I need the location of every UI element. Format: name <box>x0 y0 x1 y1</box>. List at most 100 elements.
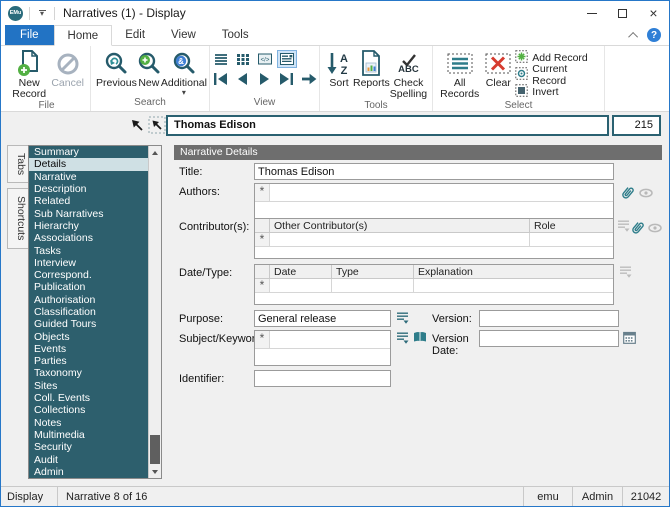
eye-icon[interactable] <box>648 223 662 233</box>
new-record-button[interactable]: New Record <box>8 49 50 100</box>
contributors-table[interactable]: Other Contributor(s)Role * <box>254 218 614 259</box>
sidebar-item-correspond[interactable]: Correspond. <box>29 269 148 281</box>
last-record-button[interactable] <box>278 72 296 86</box>
collapse-ribbon-icon[interactable] <box>628 31 638 41</box>
sidebar-item-classification[interactable]: Classification <box>29 306 148 318</box>
tab-view[interactable]: View <box>158 25 209 45</box>
list-view-button[interactable] <box>212 51 230 67</box>
ribbon-group-view: </> View <box>210 46 320 111</box>
check-spelling-button[interactable]: ABC Check Spelling <box>390 49 427 100</box>
subject-empty-row[interactable] <box>255 349 390 365</box>
role-cell[interactable] <box>530 233 613 246</box>
sidebar-item-security[interactable]: Security <box>29 441 148 453</box>
maximize-button[interactable] <box>607 1 638 25</box>
sidebar-item-sub-narratives[interactable]: Sub Narratives <box>29 207 148 219</box>
sidebar-item-notes[interactable]: Notes <box>29 417 148 429</box>
authors-empty-row[interactable] <box>255 202 613 218</box>
tabs-vertical-tab[interactable]: Tabs <box>7 145 28 183</box>
sidebar-item-events[interactable]: Events <box>29 343 148 355</box>
shortcuts-vertical-tab[interactable]: Shortcuts <box>7 188 28 248</box>
tab-edit[interactable]: Edit <box>112 25 158 45</box>
type-cell[interactable] <box>332 279 414 292</box>
sidebar-item-description[interactable]: Description <box>29 183 148 195</box>
explanation-cell[interactable] <box>414 279 613 292</box>
date-type-empty-row[interactable] <box>255 293 613 304</box>
thesaurus-book-icon[interactable] <box>412 331 428 344</box>
calendar-icon[interactable] <box>623 331 636 344</box>
attachment-icon[interactable] <box>630 219 645 237</box>
sidebar-item-hierarchy[interactable]: Hierarchy <box>29 220 148 232</box>
sidebar-item-taxonomy[interactable]: Taxonomy <box>29 367 148 379</box>
record-number: 215 <box>612 115 661 136</box>
version-date-input[interactable] <box>479 330 619 347</box>
date-cell[interactable] <box>270 279 332 292</box>
all-records-button[interactable]: All Records <box>438 49 481 100</box>
contact-sheet-view-button[interactable] <box>234 51 252 67</box>
authors-grid[interactable]: * <box>254 183 614 219</box>
goto-record-button[interactable] <box>300 72 318 86</box>
lookup-list-icon[interactable] <box>619 265 632 278</box>
sidebar-item-tasks[interactable]: Tasks <box>29 244 148 256</box>
eye-icon[interactable] <box>639 188 653 198</box>
sidebar-item-collections[interactable]: Collections <box>29 404 148 416</box>
sidebar-item-parties[interactable]: Parties <box>29 355 148 367</box>
drag-record-icon[interactable] <box>130 118 145 138</box>
sidebar-item-related[interactable]: Related <box>29 195 148 207</box>
close-button[interactable]: × <box>638 1 669 25</box>
first-record-button[interactable] <box>212 72 230 86</box>
current-record-button[interactable]: Current Record <box>515 67 599 82</box>
help-icon[interactable]: ? <box>647 28 661 42</box>
scroll-up-icon[interactable] <box>149 146 161 159</box>
tab-file[interactable]: File <box>5 25 54 45</box>
version-input[interactable] <box>479 310 619 327</box>
sort-button[interactable]: AZ Sort <box>325 49 353 89</box>
attachment-icon[interactable] <box>620 184 635 202</box>
sidebar-item-summary[interactable]: Summary <box>29 146 148 158</box>
sidebar-item-guided-tours[interactable]: Guided Tours <box>29 318 148 330</box>
minimize-button[interactable] <box>576 1 607 25</box>
sidebar-item-admin[interactable]: Admin <box>29 466 148 478</box>
tab-home[interactable]: Home <box>54 25 113 46</box>
sidebar-item-audit[interactable]: Audit <box>29 453 148 465</box>
drop-target-icon[interactable] <box>148 116 166 139</box>
previous-search-button[interactable]: Previous <box>96 49 137 89</box>
scrollbar-thumb[interactable] <box>150 435 160 464</box>
contributors-empty-row[interactable] <box>255 247 613 258</box>
sidebar-item-sites[interactable]: Sites <box>29 380 148 392</box>
title-input[interactable] <box>254 163 614 180</box>
sidebar-item-interview[interactable]: Interview <box>29 257 148 269</box>
sidebar-item-authorisation[interactable]: Authorisation <box>29 294 148 306</box>
lookup-list-icon[interactable] <box>396 331 409 344</box>
date-type-table[interactable]: DateTypeExplanation * <box>254 264 614 305</box>
reports-button[interactable]: Reports <box>353 49 390 89</box>
sidebar-item-multimedia[interactable]: Multimedia <box>29 429 148 441</box>
sidebar-item-details[interactable]: Details <box>29 158 148 170</box>
lookup-list-icon[interactable] <box>617 219 630 232</box>
clear-button[interactable]: Clear <box>481 49 515 89</box>
scroll-down-icon[interactable] <box>149 465 161 478</box>
subject-cell[interactable] <box>270 331 390 348</box>
tab-tools[interactable]: Tools <box>209 25 262 45</box>
subject-keywords-grid[interactable]: * <box>254 330 391 366</box>
contributor-cell[interactable] <box>270 233 530 246</box>
identifier-input[interactable] <box>254 370 391 387</box>
authors-cell[interactable] <box>270 184 613 201</box>
purpose-input[interactable] <box>254 310 391 327</box>
quick-access-dropdown[interactable]: ▾ <box>36 10 48 17</box>
sidebar-item-associations[interactable]: Associations <box>29 232 148 244</box>
sidebar-scrollbar[interactable] <box>148 146 161 478</box>
sidebar-item-objects[interactable]: Objects <box>29 330 148 342</box>
sidebar-item-narrative[interactable]: Narrative <box>29 171 148 183</box>
cancel-button[interactable]: Cancel <box>50 49 85 89</box>
next-record-button[interactable] <box>256 72 274 86</box>
page-view-button[interactable]: </> <box>256 51 274 67</box>
sidebar-item-coll-events[interactable]: Coll. Events <box>29 392 148 404</box>
details-view-button[interactable] <box>278 51 296 67</box>
additional-search-button[interactable]: & Additional ▾ <box>161 49 207 96</box>
sidebar-item-publication[interactable]: Publication <box>29 281 148 293</box>
type-col-header: Type <box>332 265 414 278</box>
lookup-list-icon[interactable] <box>396 311 409 324</box>
new-search-button[interactable]: New <box>137 49 161 89</box>
invert-selection-button[interactable]: Invert <box>515 84 599 99</box>
previous-record-button[interactable] <box>234 72 252 86</box>
